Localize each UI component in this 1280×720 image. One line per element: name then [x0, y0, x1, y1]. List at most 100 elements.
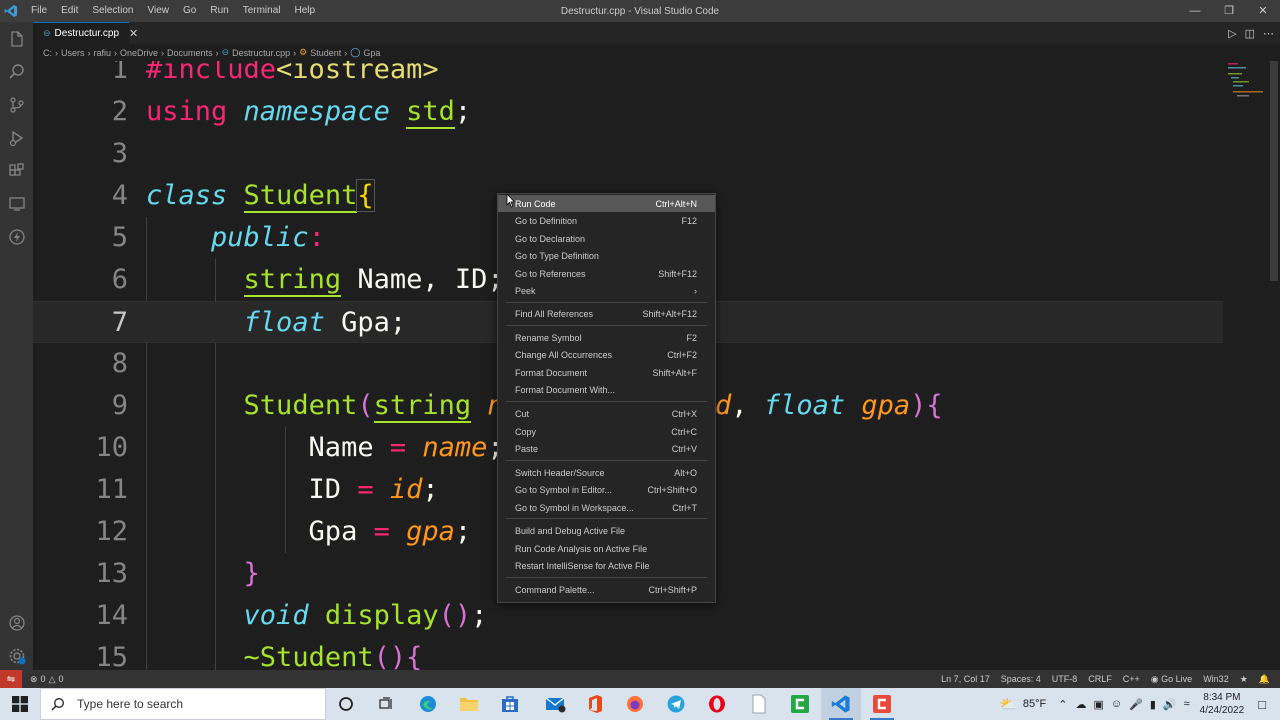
code-text: float Gpa; — [243, 307, 407, 338]
menu-view[interactable]: View — [141, 0, 177, 22]
run-debug-icon[interactable] — [0, 121, 33, 154]
tab-destructur-cpp[interactable]: ⊖ Destructur.cpp ✕ — [33, 22, 138, 44]
menu-edit[interactable]: Edit — [54, 0, 85, 22]
platform[interactable]: Win32 — [1203, 674, 1229, 684]
file-explorer-icon[interactable] — [449, 688, 489, 720]
restore-icon[interactable]: ❐ — [1212, 0, 1246, 22]
menu-item-format-document-with[interactable]: Format Document With... — [498, 381, 715, 398]
go-live-button[interactable]: ◉ Go Live — [1151, 674, 1192, 685]
code-line: 15 ~Student(){ — [33, 637, 1223, 670]
menu-selection[interactable]: Selection — [85, 0, 140, 22]
line-ending[interactable]: CRLF — [1088, 674, 1112, 684]
more-actions-icon[interactable]: ⋯ — [1263, 27, 1274, 40]
minimize-icon[interactable]: — — [1178, 0, 1212, 22]
meet-now-icon[interactable]: ▣ — [1093, 698, 1103, 711]
problems-indicator[interactable]: ⊗ 0 △ 0 — [30, 670, 64, 688]
minimap[interactable] — [1223, 61, 1268, 670]
menu-item-rename-symbol[interactable]: Rename Symbol F2 — [498, 329, 715, 346]
opera-icon[interactable] — [697, 688, 737, 720]
split-editor-icon[interactable]: ◫ — [1245, 27, 1255, 40]
scrollbar-thumb[interactable] — [1270, 61, 1278, 281]
windows-start-icon[interactable] — [0, 688, 40, 720]
source-control-icon[interactable] — [0, 88, 33, 121]
menu-item-go-to-type-definition[interactable]: Go to Type Definition — [498, 247, 715, 264]
close-tab-icon[interactable]: ✕ — [129, 27, 138, 40]
settings-gear-icon[interactable] — [0, 639, 33, 672]
task-view-icon[interactable] — [366, 688, 406, 720]
remote-indicator-icon[interactable]: ⇋ — [0, 670, 22, 688]
cortana-icon[interactable] — [326, 688, 366, 720]
breadcrumb-item[interactable]: Student — [310, 48, 341, 58]
menu-go[interactable]: Go — [176, 0, 203, 22]
menu-item-run-code[interactable]: Run Code Ctrl+Alt+N — [498, 195, 715, 212]
search-icon[interactable] — [0, 55, 33, 88]
vertical-scrollbar[interactable] — [1268, 61, 1280, 670]
menu-item-build-and-debug[interactable]: Build and Debug Active File — [498, 522, 715, 539]
menu-item-peek[interactable]: Peek › — [498, 282, 715, 299]
wifi-icon[interactable]: ≈ — [1184, 698, 1190, 710]
remote-explorer-icon[interactable] — [0, 187, 33, 220]
action-center-icon[interactable]: □ — [1258, 697, 1266, 712]
menu-item-go-to-references[interactable]: Go to References Shift+F12 — [498, 265, 715, 282]
lightning-icon[interactable] — [0, 220, 33, 253]
language-mode[interactable]: C++ — [1123, 674, 1140, 684]
firefox-icon[interactable] — [615, 688, 655, 720]
menu-item-go-to-declaration[interactable]: Go to Declaration — [498, 230, 715, 247]
menu-item-copy[interactable]: Copy Ctrl+C — [498, 423, 715, 440]
office-icon[interactable] — [575, 688, 615, 720]
menu-item-go-to-definition[interactable]: Go to Definition F12 — [498, 212, 715, 229]
cursor-position[interactable]: Ln 7, Col 17 — [941, 674, 990, 684]
menu-item-switch-header-source[interactable]: Switch Header/Source Alt+O — [498, 464, 715, 481]
explorer-icon[interactable] — [0, 22, 33, 55]
taskbar-search-box[interactable]: Type here to search — [40, 688, 326, 720]
breadcrumb-item[interactable]: Documents — [167, 48, 213, 58]
account-icon[interactable] — [0, 606, 33, 639]
extensions-icon[interactable] — [0, 154, 33, 187]
menu-run[interactable]: Run — [203, 0, 235, 22]
notepad-file-icon[interactable] — [739, 688, 779, 720]
chevron-up-icon[interactable]: ⌃ — [1058, 698, 1067, 711]
clock[interactable]: 8:34 PM 4/24/2022 — [1200, 691, 1245, 717]
encoding[interactable]: UTF-8 — [1052, 674, 1078, 684]
camtasia-green-icon[interactable] — [780, 688, 820, 720]
breadcrumb-item[interactable]: C: — [43, 48, 52, 58]
menu-item-format-document[interactable]: Format Document Shift+Alt+F — [498, 364, 715, 381]
breadcrumb-item[interactable]: OneDrive — [120, 48, 158, 58]
menu-item-find-all-references[interactable]: Find All References Shift+Alt+F12 — [498, 305, 715, 322]
vscode-taskbar-icon[interactable] — [821, 688, 861, 720]
menu-file[interactable]: File — [24, 0, 54, 22]
weather-icon[interactable]: ⛅ — [999, 696, 1016, 713]
mail-icon[interactable] — [535, 688, 575, 720]
feedback-icon[interactable]: ★ — [1240, 674, 1248, 685]
menu-item-go-to-symbol-in-editor[interactable]: Go to Symbol in Editor... Ctrl+Shift+O — [498, 481, 715, 498]
menu-item-command-palette[interactable]: Command Palette... Ctrl+Shift+P — [498, 581, 715, 598]
menu-item-change-all-occurrences[interactable]: Change All Occurrences Ctrl+F2 — [498, 346, 715, 363]
breadcrumb-item[interactable]: Destructur.cpp — [232, 48, 290, 58]
menu-terminal[interactable]: Terminal — [236, 0, 288, 22]
run-icon[interactable]: ▷ — [1228, 27, 1236, 40]
store-icon[interactable] — [490, 688, 530, 720]
breadcrumb-item[interactable]: Gpa — [363, 48, 380, 58]
menu-item-restart-intellisense[interactable]: Restart IntelliSense for Active File — [498, 557, 715, 574]
menu-item-cut[interactable]: Cut Ctrl+X — [498, 405, 715, 422]
people-icon[interactable]: ☺ — [1111, 698, 1122, 710]
menu-help[interactable]: Help — [288, 0, 323, 22]
microphone-icon[interactable]: 🎤 — [1129, 698, 1143, 711]
notifications-bell-icon[interactable]: 🔔 — [1259, 674, 1270, 685]
menu-item-go-to-symbol-in-workspace[interactable]: Go to Symbol in Workspace... Ctrl+T — [498, 499, 715, 516]
battery-icon[interactable]: ▮ — [1150, 698, 1156, 711]
breadcrumb-item[interactable]: Users — [61, 48, 85, 58]
breadcrumb-item[interactable]: rafiu — [94, 48, 112, 58]
edge-browser-icon[interactable] — [408, 688, 448, 720]
menu-item-run-code-analysis[interactable]: Run Code Analysis on Active File — [498, 540, 715, 557]
telegram-icon[interactable] — [656, 688, 696, 720]
close-window-icon[interactable]: ✕ — [1246, 0, 1280, 22]
code-line: 1 #include<iostream> — [33, 61, 1223, 91]
volume-icon[interactable]: 🔊 — [1163, 698, 1177, 711]
line-number: 4 — [111, 180, 128, 211]
indentation[interactable]: Spaces: 4 — [1001, 674, 1041, 684]
weather-temp[interactable]: 85°F — [1023, 698, 1046, 710]
onedrive-icon[interactable]: ☁ — [1075, 698, 1086, 711]
camtasia-recorder-icon[interactable] — [862, 688, 902, 720]
menu-item-paste[interactable]: Paste Ctrl+V — [498, 440, 715, 457]
